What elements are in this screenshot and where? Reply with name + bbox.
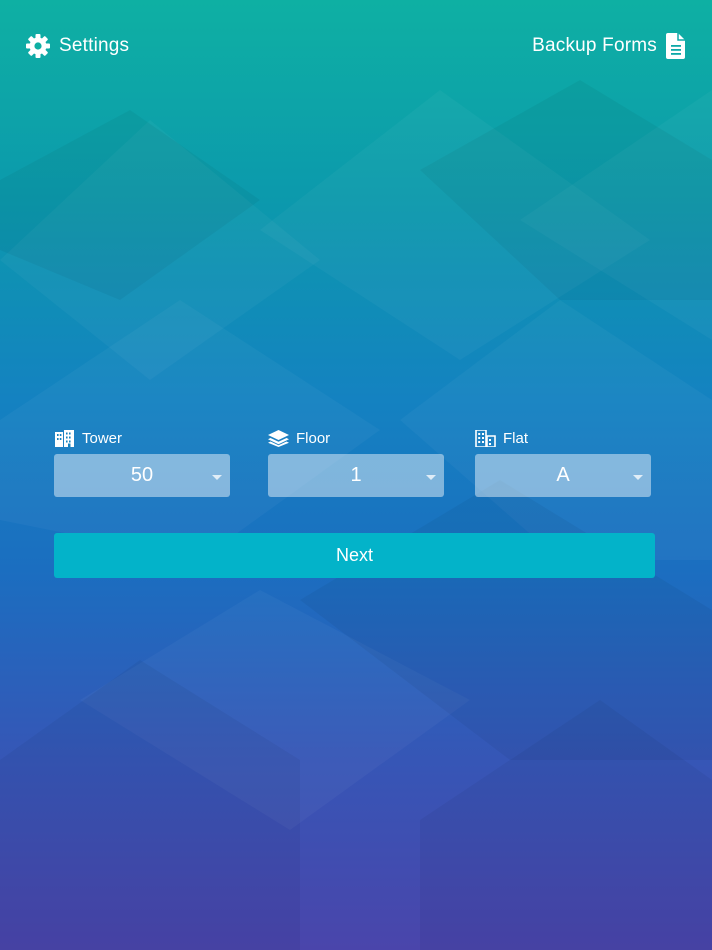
backup-forms-label: Backup Forms (532, 35, 657, 56)
chevron-down-icon (212, 475, 222, 480)
tower-field: Tower 50 (54, 428, 230, 497)
floor-label-text: Floor (296, 429, 331, 447)
floor-value: 1 (350, 464, 362, 486)
chevron-down-icon (633, 475, 643, 480)
tower-label-text: Tower (82, 429, 123, 447)
floor-field: Floor 1 (268, 428, 444, 497)
tower-value: 50 (130, 464, 154, 486)
document-icon (665, 32, 687, 60)
floor-select[interactable]: 1 (268, 454, 444, 497)
flat-select[interactable]: A (475, 454, 651, 497)
flat-value: A (556, 464, 570, 486)
flat-label-text: Flat (503, 429, 529, 447)
layers-icon (268, 429, 289, 447)
floor-label: Floor (268, 428, 444, 448)
backup-forms-button[interactable]: Backup Forms (532, 31, 687, 61)
flat-label: Flat (475, 428, 651, 448)
chevron-down-icon (426, 475, 436, 480)
tower-label: Tower (54, 428, 230, 448)
gear-icon (25, 33, 51, 59)
apartment-icon (475, 429, 496, 447)
top-bar: Settings Backup Forms (0, 0, 712, 92)
flat-field: Flat A (475, 428, 651, 497)
next-button[interactable]: Next (54, 533, 655, 578)
tower-select[interactable]: 50 (54, 454, 230, 497)
settings-button[interactable]: Settings (25, 31, 129, 61)
building-icon (54, 429, 75, 447)
settings-label: Settings (59, 35, 130, 56)
